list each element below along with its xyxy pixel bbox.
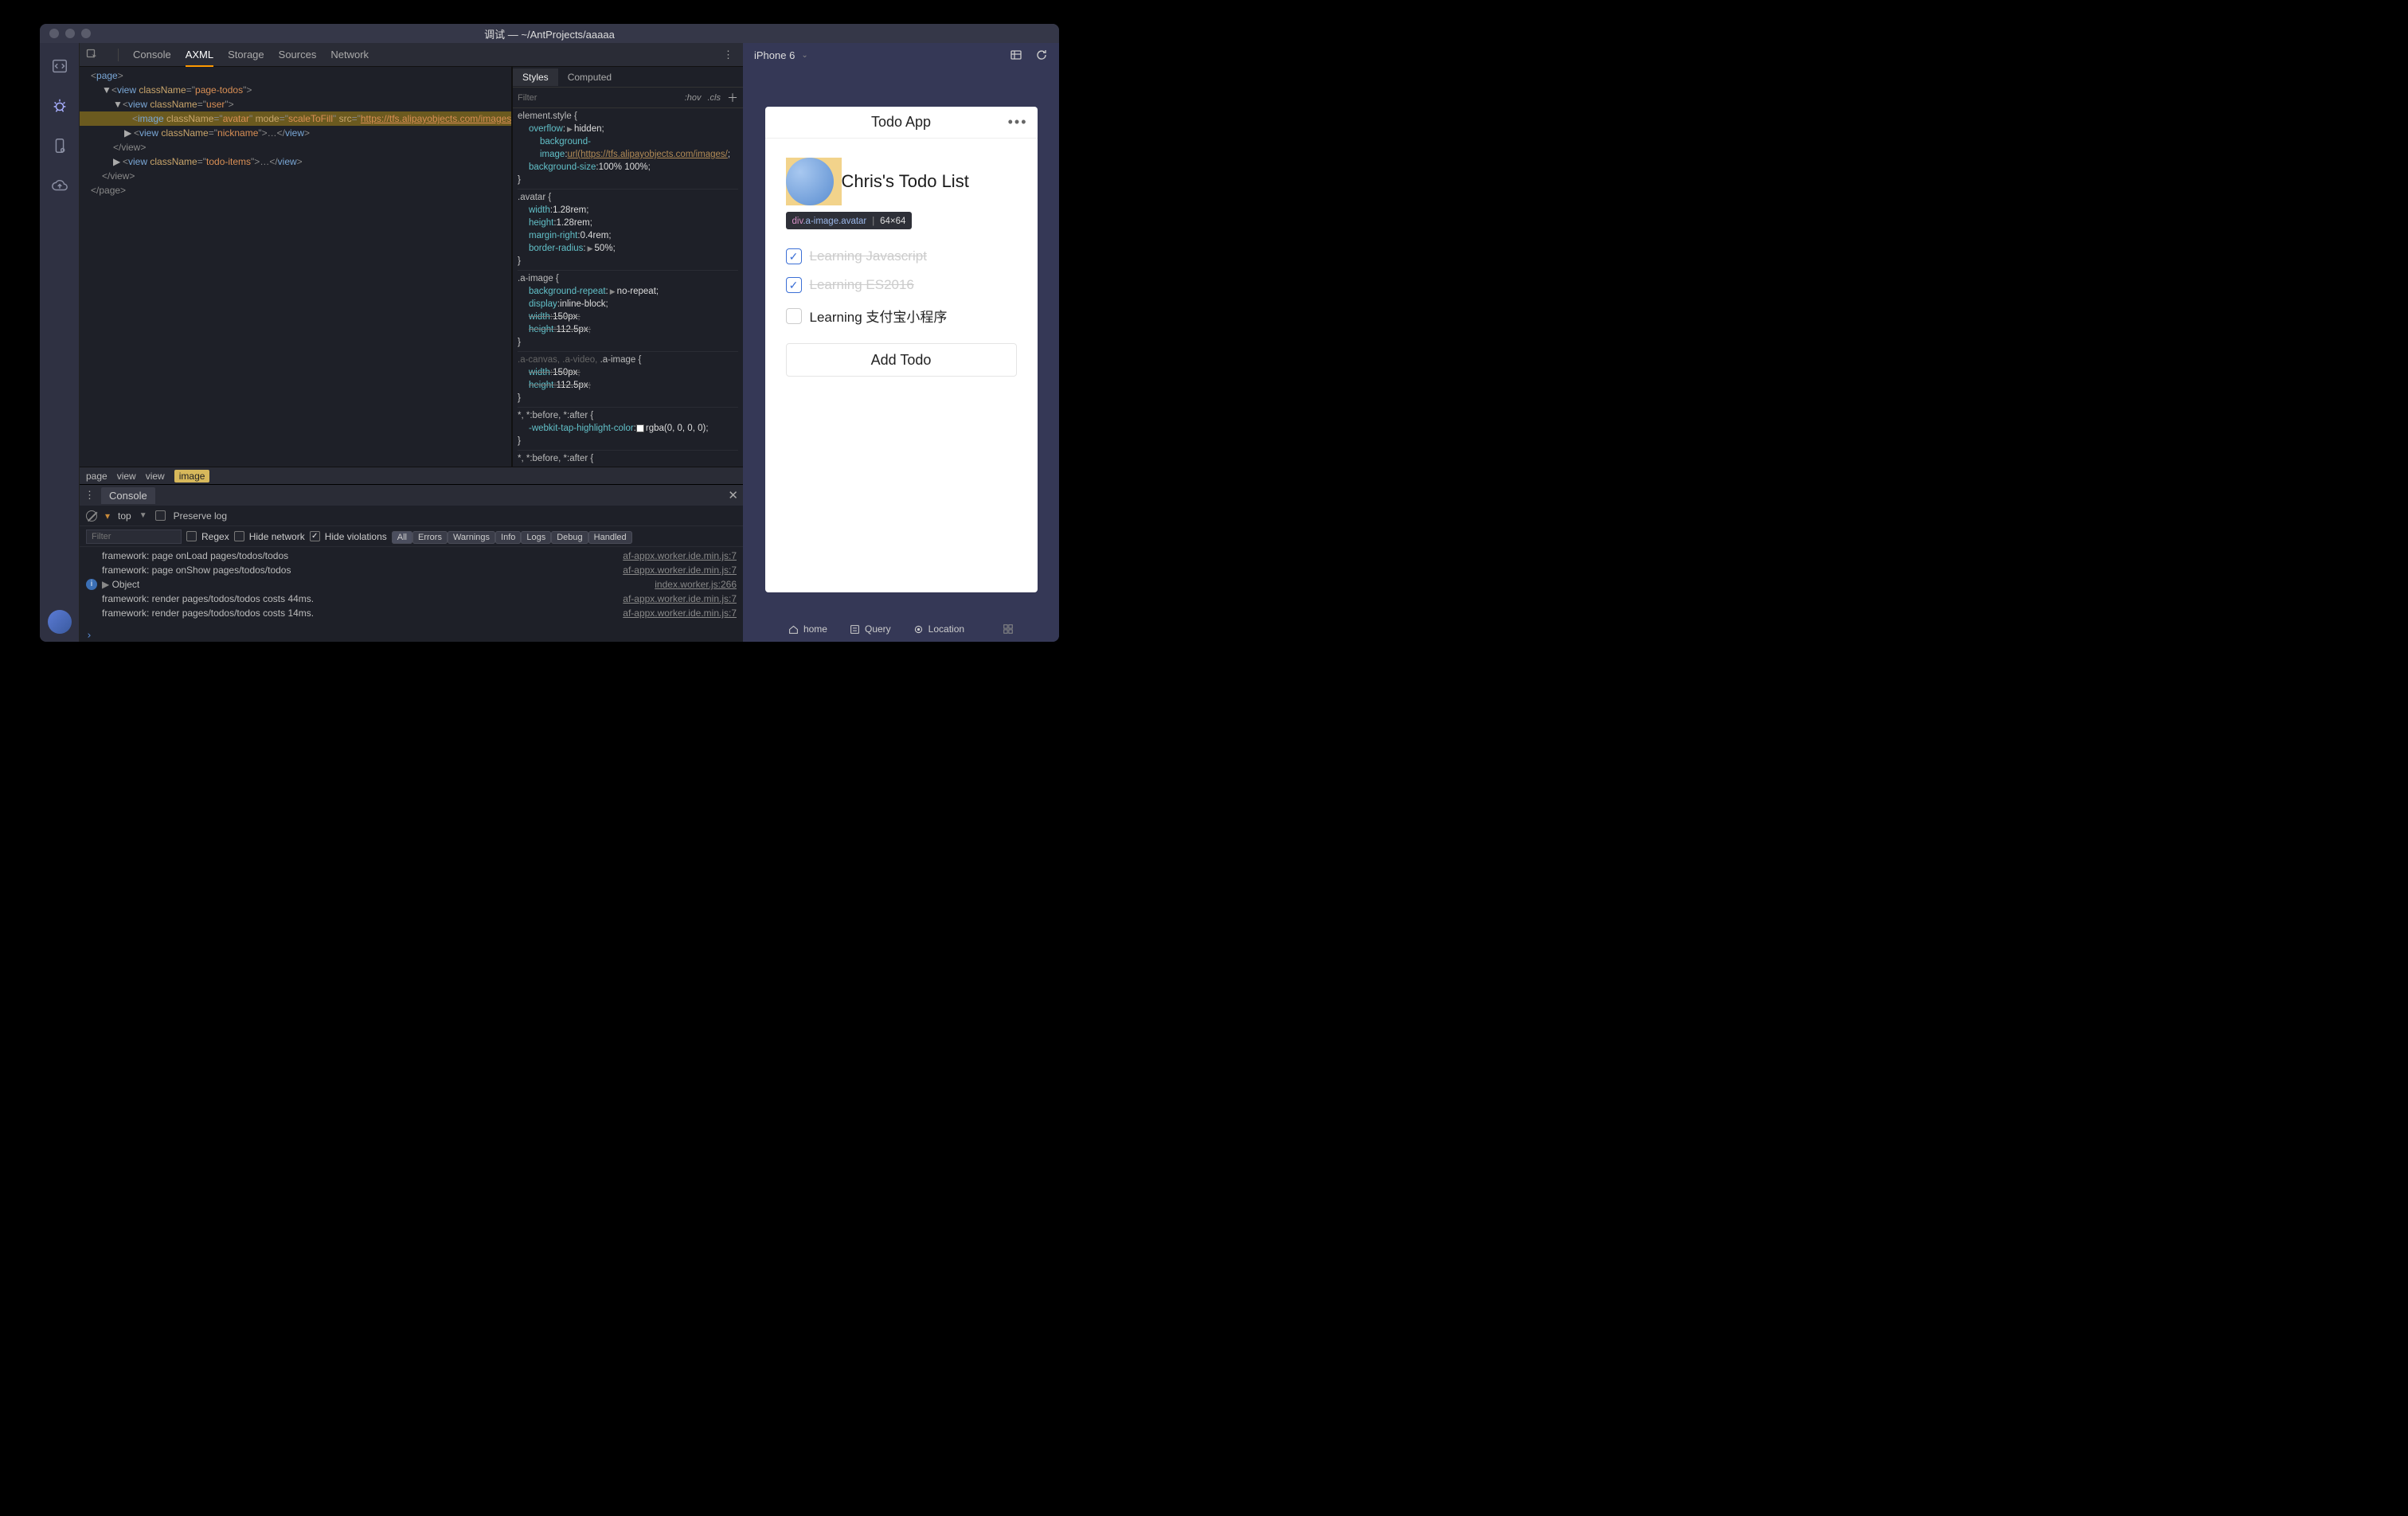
app-titlebar: Todo App ••• <box>765 107 1038 139</box>
elements-tree[interactable]: <page> ▼<view className="page-todos"> ▼<… <box>80 67 512 467</box>
simulator-toolbar: iPhone 6 ⌄ <box>743 43 1059 67</box>
clear-console-icon[interactable] <box>86 510 97 522</box>
avatar-highlight <box>786 158 842 205</box>
hide-network-checkbox[interactable] <box>234 531 244 541</box>
cls-toggle[interactable]: .cls <box>708 93 721 103</box>
level-warnings[interactable]: Warnings <box>448 531 495 544</box>
todo-item[interactable]: ✓ Learning Javascript <box>786 248 1017 264</box>
tab-computed[interactable]: Computed <box>558 68 621 86</box>
tab-console[interactable]: Console <box>133 44 171 65</box>
devtools-panel: Console AXML Storage Sources Network ⋮ <… <box>80 43 743 642</box>
level-info[interactable]: Info <box>495 531 521 544</box>
hide-violations-label: Hide violations <box>325 531 387 542</box>
crumb-view2[interactable]: view <box>146 471 165 482</box>
level-errors[interactable]: Errors <box>412 531 448 544</box>
crumb-image[interactable]: image <box>174 470 210 483</box>
console-row[interactable]: framework: page onLoad pages/todos/todos… <box>80 549 743 563</box>
todo-checkbox[interactable]: ✓ <box>786 248 802 264</box>
regex-label: Regex <box>201 531 229 542</box>
add-rule-icon[interactable]: ＋ <box>727 90 738 106</box>
devtools-tabs: Console AXML Storage Sources Network ⋮ <box>80 43 743 67</box>
styles-filter-input[interactable] <box>518 93 678 103</box>
console-output[interactable]: framework: page onLoad pages/todos/todos… <box>80 547 743 630</box>
debug-icon[interactable] <box>51 97 68 115</box>
drawer-tab-console[interactable]: Console <box>101 487 155 504</box>
preserve-log-checkbox[interactable] <box>155 510 166 521</box>
level-handled[interactable]: Handled <box>588 531 632 544</box>
styles-tabs: Styles Computed <box>513 67 743 88</box>
crumb-view1[interactable]: view <box>117 471 136 482</box>
tab-axml[interactable]: AXML <box>186 44 213 67</box>
footer-query[interactable]: Query <box>850 623 891 635</box>
drawer-more-icon[interactable]: ⋮ <box>84 489 95 502</box>
todo-checkbox[interactable] <box>786 308 802 324</box>
level-all[interactable]: All <box>392 531 412 544</box>
user-avatar-rail[interactable] <box>48 610 72 634</box>
window-title: 调试 — ~/AntProjects/aaaaa <box>40 26 1059 41</box>
inspect-icon[interactable] <box>86 49 99 61</box>
todo-item[interactable]: Learning 支付宝小程序 <box>786 306 1017 326</box>
device-icon[interactable] <box>51 137 68 154</box>
app-more-icon[interactable]: ••• <box>1008 114 1028 131</box>
elements-breadcrumb: page view view image <box>80 467 743 484</box>
traffic-lights[interactable] <box>49 29 91 38</box>
console-drawer: ⋮ Console ✕ ▾ top ▼ Preserve log Regex H… <box>80 484 743 642</box>
regex-checkbox[interactable] <box>186 531 197 541</box>
level-logs[interactable]: Logs <box>521 531 551 544</box>
user-avatar[interactable] <box>786 158 834 205</box>
context-top[interactable]: top <box>118 510 131 522</box>
footer-home[interactable]: home <box>788 623 827 635</box>
todo-label: Learning 支付宝小程序 <box>810 306 948 326</box>
add-todo-button[interactable]: Add Todo <box>786 343 1017 377</box>
filter-funnel-icon[interactable]: ▾ <box>105 510 110 522</box>
device-select[interactable]: iPhone 6 <box>754 49 795 61</box>
list-heading: Chris's Todo List <box>842 171 969 192</box>
phone-frame: Todo App ••• Chris's Todo List div.a-ima… <box>765 107 1038 592</box>
todo-item[interactable]: ✓ Learning ES2016 <box>786 277 1017 293</box>
crumb-page[interactable]: page <box>86 471 108 482</box>
sim-grid-icon[interactable] <box>1010 49 1022 61</box>
footer-grid-icon[interactable] <box>1003 623 1014 635</box>
footer-location[interactable]: Location <box>913 623 964 635</box>
preserve-log-label: Preserve log <box>174 510 227 522</box>
hov-toggle[interactable]: :hov <box>685 93 702 103</box>
todo-list: ✓ Learning Javascript ✓ Learning ES2016 Lear… <box>786 248 1017 326</box>
sim-reload-icon[interactable] <box>1035 49 1048 61</box>
selected-element[interactable]: <image className="avatar" mode="scaleToF… <box>80 111 511 126</box>
tab-network[interactable]: Network <box>330 44 369 65</box>
styles-body[interactable]: element.style {overflow:▶hidden;backgrou… <box>513 108 743 467</box>
user-row: Chris's Todo List div.a-image.avatar | 6… <box>786 156 1017 207</box>
todo-checkbox[interactable]: ✓ <box>786 277 802 293</box>
titlebar: 调试 — ~/AntProjects/aaaaa <box>40 24 1059 43</box>
console-row[interactable]: framework: render pages/todos/todos cost… <box>80 606 743 620</box>
hide-network-label: Hide network <box>249 531 305 542</box>
console-prompt[interactable]: › <box>80 630 743 642</box>
cloud-upload-icon[interactable] <box>51 177 68 194</box>
inspect-tooltip: div.a-image.avatar | 64×64 <box>786 212 913 229</box>
tab-sources[interactable]: Sources <box>279 44 317 65</box>
styles-pane: Styles Computed :hov .cls ＋ element.styl… <box>512 67 743 467</box>
hide-violations-checkbox[interactable] <box>310 531 320 541</box>
editor-icon[interactable] <box>51 57 68 75</box>
drawer-close-icon[interactable]: ✕ <box>728 488 738 502</box>
tab-storage[interactable]: Storage <box>228 44 264 65</box>
context-caret-icon[interactable]: ▼ <box>139 511 147 520</box>
todo-label: Learning Javascript <box>810 248 927 264</box>
tab-styles[interactable]: Styles <box>513 68 558 86</box>
level-debug[interactable]: Debug <box>551 531 588 544</box>
app-window: 调试 — ~/AntProjects/aaaaa Console AXML St… <box>40 24 1059 642</box>
simulator-footer: home Query Location <box>743 616 1059 642</box>
app-title: Todo App <box>871 114 931 131</box>
styles-filter-bar: :hov .cls ＋ <box>513 88 743 108</box>
console-row[interactable]: framework: render pages/todos/todos cost… <box>80 592 743 606</box>
console-row[interactable]: i▶ Objectindex.worker.js:266 <box>80 577 743 592</box>
console-row[interactable]: framework: page onShow pages/todos/todos… <box>80 563 743 577</box>
simulator-panel: iPhone 6 ⌄ Todo App ••• <box>743 43 1059 642</box>
left-rail <box>40 43 80 642</box>
todo-label: Learning ES2016 <box>810 277 914 293</box>
device-caret-icon[interactable]: ⌄ <box>801 51 807 60</box>
devtools-more-icon[interactable]: ⋮ <box>720 49 737 61</box>
console-filter-input[interactable] <box>86 529 182 544</box>
